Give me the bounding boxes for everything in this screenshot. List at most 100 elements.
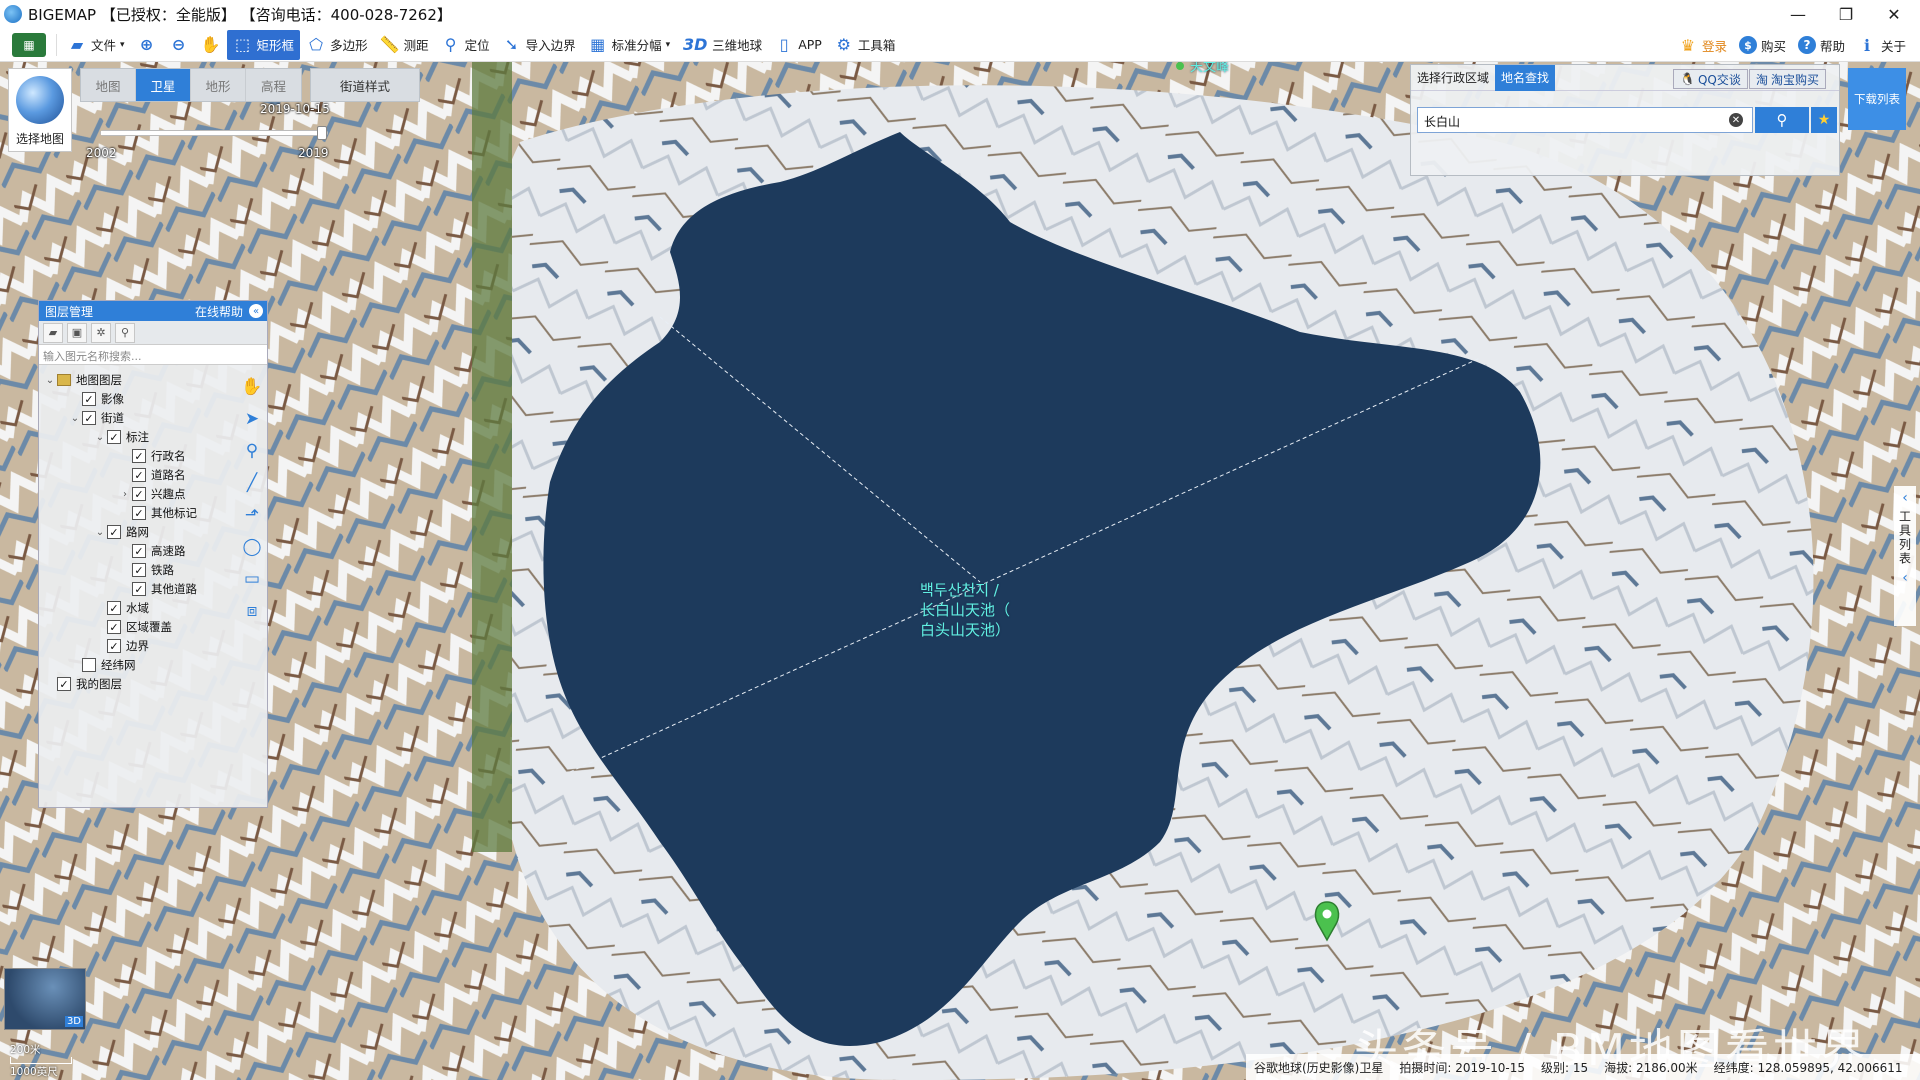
search-button[interactable]: ⚲ [1755, 107, 1809, 133]
place-search-input[interactable]: 长白山 [1417, 107, 1753, 133]
rectangle-select-button[interactable]: ⬚ 矩形框 [226, 29, 301, 60]
layer-checkbox[interactable]: ✓ [107, 601, 121, 615]
pan-button[interactable]: ✋ [195, 30, 227, 60]
layer-tree-item[interactable]: ✓ 其他标记 [118, 504, 197, 522]
layers-icon[interactable]: ✲ [91, 322, 111, 343]
layer-tree-item[interactable]: › ✓ 兴趣点 [118, 485, 186, 503]
chevron-right-icon[interactable]: › [118, 489, 132, 500]
layer-tree-item[interactable]: ✓ 行政名 [118, 447, 186, 465]
circle-icon[interactable]: ◯ [237, 531, 267, 563]
layer-tree-item[interactable]: ✓ 影像 [68, 390, 124, 408]
layer-checkbox[interactable]: ✓ [132, 582, 146, 596]
layer-tree-item[interactable]: ✓ 水域 [93, 599, 149, 617]
pointer-icon[interactable]: ➤ [237, 403, 267, 435]
tab-place-search[interactable]: 地名查找 [1495, 64, 1556, 91]
layer-checkbox[interactable]: ✓ [82, 392, 96, 406]
minimize-button[interactable]: — [1774, 0, 1822, 28]
bigemap-logo[interactable]: ▦ [6, 30, 52, 60]
restore-button[interactable]: ❐ [1822, 0, 1870, 28]
overview-minimap[interactable]: 3D [4, 968, 86, 1030]
chevron-down-icon[interactable]: ⌄ [68, 413, 82, 424]
login-button[interactable]: ♛ 登录 [1672, 30, 1733, 60]
clear-search-icon[interactable]: ✕ [1729, 113, 1743, 127]
globe-label: 三维地球 [712, 38, 763, 53]
toolbox-button[interactable]: ⚙ 工具箱 [828, 30, 902, 60]
street-style-button[interactable]: 街道样式 [310, 68, 420, 102]
zoom-level: 级别: 15 [1540, 1060, 1589, 1075]
history-timeline-slider[interactable] [100, 126, 328, 140]
layer-tree-item[interactable]: ⌄ ✓ 标注 [93, 428, 149, 446]
layer-checkbox[interactable]: ✓ [57, 677, 71, 691]
layer-tree-item[interactable]: ⌄ ✓ 路网 [93, 523, 149, 541]
tab-elevation[interactable]: 高程 [246, 69, 301, 101]
tab-terrain[interactable]: 地形 [191, 69, 246, 101]
polygon-icon[interactable]: ⬏ [237, 499, 267, 531]
favorite-star-button[interactable]: ★ [1811, 107, 1837, 133]
timeline-handle[interactable] [317, 126, 327, 140]
chevron-down-icon[interactable]: ⌄ [43, 375, 57, 386]
tab-map[interactable]: 地图 [81, 69, 136, 101]
tab-select-admin-region[interactable]: 选择行政区域 [1411, 65, 1495, 91]
layer-tree-item[interactable]: ✓ 其他道路 [118, 580, 197, 598]
rectangle-icon[interactable]: ▭ [237, 563, 267, 595]
app-button[interactable]: ▯ APP [768, 30, 828, 60]
ruler-icon[interactable]: ⧈ [237, 595, 267, 627]
open-folder-icon[interactable]: ▰ [43, 322, 63, 343]
layer-checkbox[interactable]: ✓ [132, 487, 146, 501]
layer-tree-item[interactable]: ✓ 道路名 [118, 466, 186, 484]
layer-tree-item[interactable]: 经纬网 [68, 656, 136, 674]
layer-checkbox[interactable]: ✓ [82, 411, 96, 425]
3d-globe-button[interactable]: 3D 三维地球 [676, 30, 768, 60]
online-help-link[interactable]: 在线帮助 [195, 303, 243, 320]
layer-tree-item[interactable]: ⌄ 地图图层 [43, 371, 122, 389]
tool-list-sidebar[interactable]: ‹ 工具列表 ‹ [1894, 486, 1916, 626]
select-map-button[interactable]: 选择地图 [8, 68, 72, 152]
zoom-in-button[interactable]: ⊕ [131, 30, 163, 60]
standard-grid-button[interactable]: ▦ 标准分幅 ▾ [582, 30, 677, 60]
polygon-select-button[interactable]: ⬠ 多边形 [300, 30, 374, 60]
layer-checkbox[interactable]: ✓ [132, 468, 146, 482]
layer-tree-item[interactable]: ✓ 区域覆盖 [93, 618, 172, 636]
marker-icon[interactable]: ⚲ [237, 435, 267, 467]
layer-tree-item[interactable]: ⌄ ✓ 街道 [68, 409, 124, 427]
layer-checkbox[interactable]: ✓ [132, 449, 146, 463]
qq-chat-button[interactable]: 🐧 QQ交谈 [1673, 69, 1748, 89]
layer-tree-item[interactable]: ✓ 边界 [93, 637, 149, 655]
file-menu-button[interactable]: ▰ 文件 ▾ [61, 30, 131, 60]
close-button[interactable]: ✕ [1870, 0, 1918, 28]
zoom-out-button[interactable]: ⊖ [163, 30, 195, 60]
layer-checkbox[interactable]: ✓ [107, 430, 121, 444]
line-icon[interactable]: ╱ [237, 467, 267, 499]
download-list-button[interactable]: 下载列表 [1848, 68, 1906, 130]
layer-checkbox[interactable]: ✓ [107, 525, 121, 539]
layer-tree-item[interactable]: ✓ 我的图层 [43, 675, 122, 693]
save-icon[interactable]: ▣ [67, 322, 87, 343]
layer-tree-item[interactable]: ✓ 高速路 [118, 542, 186, 560]
about-button[interactable]: ℹ 关于 [1851, 30, 1912, 60]
help-label: 帮助 [1819, 38, 1845, 54]
layer-checkbox[interactable] [82, 658, 96, 672]
hand-icon[interactable]: ✋ [237, 371, 267, 403]
measure-button[interactable]: 📏 测距 [374, 30, 435, 60]
locate-button[interactable]: ⚲ 定位 [435, 30, 496, 60]
minimap-3d-badge[interactable]: 3D [64, 1016, 83, 1027]
collapse-icon[interactable]: « [249, 304, 263, 318]
grid-label: 标准分幅 [611, 38, 662, 53]
help-button[interactable]: ? 帮助 [1792, 30, 1851, 60]
chevron-down-icon[interactable]: ⌄ [93, 432, 107, 443]
search-icon[interactable]: ⚲ [115, 322, 135, 343]
layer-checkbox[interactable]: ✓ [132, 544, 146, 558]
buy-button[interactable]: $ 购买 [1733, 30, 1792, 60]
chevron-down-icon[interactable]: ⌄ [93, 527, 107, 538]
layer-checkbox[interactable]: ✓ [107, 639, 121, 653]
layer-search-input[interactable]: 输入图元名称搜索... [39, 345, 267, 365]
map-canvas[interactable]: 백두산천지 / 长白山天池（ 白头山天池） 天文峰 3D 200米 1000英尺… [0, 62, 1920, 1080]
import-boundary-button[interactable]: ➘ 导入边界 [496, 30, 582, 60]
layer-panel-title: 图层管理 [45, 304, 94, 319]
layer-checkbox[interactable]: ✓ [132, 506, 146, 520]
layer-checkbox[interactable]: ✓ [107, 620, 121, 634]
layer-tree-item[interactable]: ✓ 铁路 [118, 561, 174, 579]
taobao-buy-button[interactable]: 淘淘宝购买 [1749, 69, 1827, 89]
layer-checkbox[interactable]: ✓ [132, 563, 146, 577]
tab-satellite[interactable]: 卫星 [136, 69, 191, 101]
